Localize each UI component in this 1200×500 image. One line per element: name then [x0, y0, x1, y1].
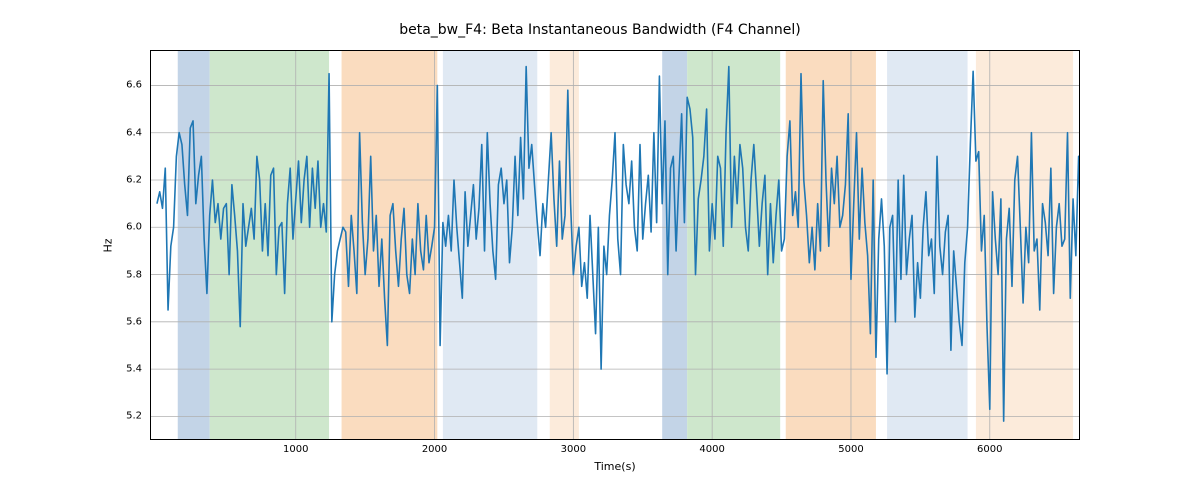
plot-svg [150, 50, 1080, 440]
y-tick-label: 6.0 [112, 222, 142, 233]
x-tick-label: 3000 [561, 444, 586, 455]
y-axis-label: Hz [98, 50, 118, 440]
highlight-band [662, 50, 687, 440]
highlight-band [786, 50, 876, 440]
y-tick-label: 5.2 [112, 411, 142, 422]
highlight-band [887, 50, 968, 440]
y-tick-label: 6.4 [112, 127, 142, 138]
y-tick-label: 5.4 [112, 364, 142, 375]
x-axis-label: Time(s) [150, 460, 1080, 473]
x-tick-label: 1000 [283, 444, 308, 455]
y-tick-label: 5.6 [112, 316, 142, 327]
highlight-band [550, 50, 579, 440]
x-tick-label: 5000 [838, 444, 863, 455]
chart-title: beta_bw_F4: Beta Instantaneous Bandwidth… [0, 22, 1200, 38]
highlight-band [443, 50, 537, 440]
y-tick-label: 5.8 [112, 269, 142, 280]
y-tick-label: 6.2 [112, 175, 142, 186]
plot-axes [150, 50, 1080, 440]
y-tick-label: 6.6 [112, 80, 142, 91]
x-tick-label: 4000 [699, 444, 724, 455]
x-tick-label: 6000 [977, 444, 1002, 455]
figure: beta_bw_F4: Beta Instantaneous Bandwidth… [0, 0, 1200, 500]
x-tick-label: 2000 [422, 444, 447, 455]
